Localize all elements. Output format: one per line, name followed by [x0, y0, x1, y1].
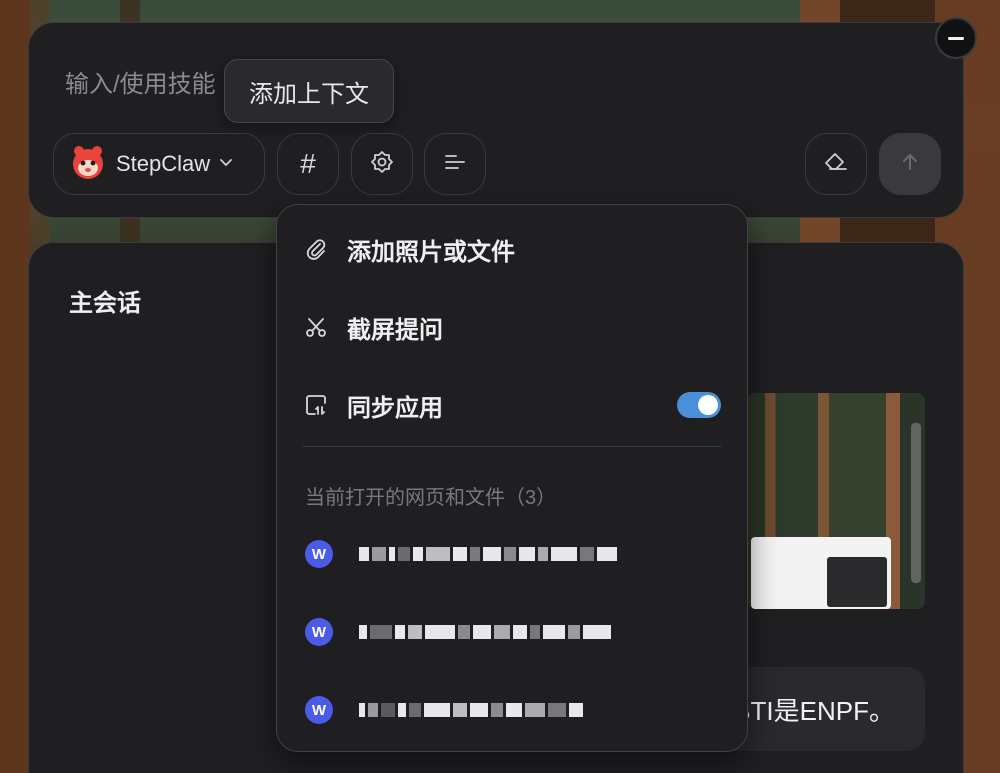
redacted-file-name	[359, 699, 583, 721]
menu-item-sync-app[interactable]: 同步应用	[303, 382, 721, 428]
settings-button[interactable]	[351, 133, 413, 195]
chevron-down-icon	[218, 154, 234, 175]
flower-gear-icon	[369, 149, 395, 180]
arrow-up-icon	[899, 151, 921, 178]
open-file-item[interactable]: W	[305, 612, 721, 652]
text-lines-icon	[443, 150, 467, 179]
open-files-section-label: 当前打开的网页和文件（3）	[305, 487, 557, 509]
background-tree-left	[0, 0, 30, 773]
hashtag-button[interactable]: #	[277, 133, 339, 195]
minimize-button[interactable]	[935, 17, 977, 59]
menu-item-label: 截屏提问	[347, 316, 443, 344]
sync-app-icon	[303, 392, 329, 418]
add-context-tooltip: 添加上下文	[224, 59, 394, 123]
preview-window-dark	[827, 557, 887, 607]
paperclip-icon	[303, 236, 329, 262]
clear-button[interactable]	[805, 133, 867, 195]
minus-icon	[948, 36, 964, 40]
session-title: 主会话	[69, 290, 141, 317]
word-doc-icon: W	[305, 540, 333, 568]
redacted-file-name	[359, 543, 617, 565]
word-doc-icon: W	[305, 696, 333, 724]
hashtag-icon: #	[300, 148, 316, 179]
menu-item-screenshot-ask[interactable]: 截屏提问	[303, 304, 721, 350]
word-doc-icon: W	[305, 618, 333, 646]
menu-item-label: 同步应用	[347, 394, 443, 422]
sync-app-toggle[interactable]	[677, 392, 721, 418]
agent-selector-button[interactable]: StepClaw	[53, 133, 265, 195]
message-text: BTI是ENPF。	[733, 695, 895, 726]
screenshot-preview[interactable]	[747, 393, 925, 609]
menu-divider	[303, 446, 721, 447]
message-input[interactable]	[65, 67, 765, 103]
redacted-file-name	[359, 621, 611, 643]
preview-dock	[911, 423, 921, 583]
composer-panel: StepClaw #	[28, 22, 964, 218]
scissors-icon	[303, 314, 329, 340]
context-dropdown-menu: 添加照片或文件 截屏提问 同步应用 当前打开的网页和文件（3） W W W	[276, 204, 748, 752]
menu-item-add-file[interactable]: 添加照片或文件	[303, 226, 721, 272]
agent-name: StepClaw	[116, 151, 211, 176]
stepclaw-avatar-icon	[68, 142, 108, 187]
send-button[interactable]	[879, 133, 941, 195]
eraser-icon	[823, 149, 849, 180]
menu-item-label: 添加照片或文件	[347, 238, 515, 266]
format-list-button[interactable]	[424, 133, 486, 195]
toggle-knob	[698, 395, 718, 415]
open-file-item[interactable]: W	[305, 690, 721, 730]
open-file-item[interactable]: W	[305, 534, 721, 574]
